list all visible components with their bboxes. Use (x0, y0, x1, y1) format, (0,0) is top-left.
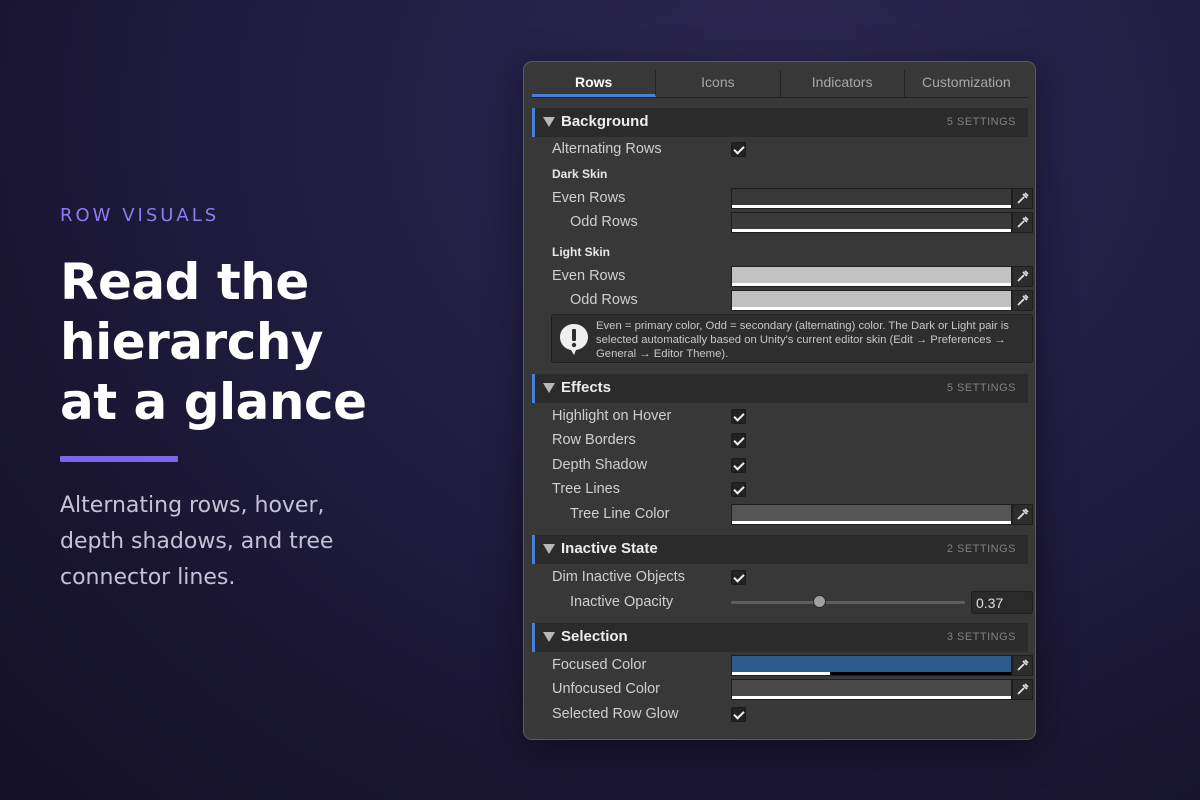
eyedropper-icon[interactable] (1012, 679, 1033, 700)
dark-odd-rows-label: Odd Rows (570, 214, 638, 230)
eyedropper-icon[interactable] (1012, 290, 1033, 311)
tab-indicators[interactable]: Indicators (781, 70, 905, 97)
row-borders-checkbox[interactable] (731, 433, 746, 448)
section-inactive-header[interactable]: Inactive State 2 SETTINGS (532, 535, 1028, 564)
tab-icons[interactable]: Icons (656, 70, 781, 97)
headline-line-3: at a glance (60, 373, 367, 431)
dark-even-rows-label: Even Rows (552, 190, 626, 206)
foldout-triangle-icon (543, 544, 555, 554)
subcopy: Alternating rows, hover, depth shadows, … (60, 488, 440, 596)
eyedropper-icon[interactable] (1012, 212, 1033, 233)
section-title: Background (561, 113, 649, 130)
focused-color-label: Focused Color (552, 657, 647, 673)
subcopy-line-1: Alternating rows, hover, (60, 493, 325, 518)
headline-line-2: hierarchy (60, 313, 324, 371)
depth-shadow-label: Depth Shadow (552, 457, 648, 473)
subcopy-line-2: depth shadows, and tree (60, 529, 334, 554)
section-title: Effects (561, 379, 612, 396)
tree-lines-label: Tree Lines (552, 481, 620, 497)
highlight-on-hover-checkbox[interactable] (731, 409, 746, 424)
foldout-triangle-icon (543, 632, 555, 642)
warning-icon (558, 322, 590, 361)
foldout-triangle-icon (543, 383, 555, 393)
headline: Read the hierarchy at a glance (60, 252, 440, 432)
highlight-on-hover-label: Highlight on Hover (552, 408, 672, 424)
tab-customization[interactable]: Customization (905, 70, 1028, 97)
inactive-opacity-label: Inactive Opacity (570, 594, 674, 610)
section-selection-header[interactable]: Selection 3 SETTINGS (532, 623, 1028, 652)
eyedropper-icon[interactable] (1012, 188, 1033, 209)
opacity-slider-thumb[interactable] (813, 595, 826, 608)
light-even-color-field[interactable] (731, 266, 1012, 287)
focused-color-field[interactable] (731, 655, 1012, 676)
alternating-rows-checkbox[interactable] (731, 142, 746, 157)
unfocused-color-field[interactable] (731, 679, 1012, 700)
tab-bar: Rows Icons Indicators Customization (532, 70, 1028, 98)
dim-inactive-label: Dim Inactive Objects (552, 569, 685, 585)
section-effects-header[interactable]: Effects 5 SETTINGS (532, 374, 1028, 403)
unfocused-color-label: Unfocused Color (552, 681, 660, 697)
settings-count: 3 SETTINGS (946, 631, 1016, 643)
section-title: Inactive State (561, 540, 658, 557)
inspector-panel: Rows Icons Indicators Customization Back… (523, 61, 1036, 740)
section-title: Selection (561, 628, 628, 645)
eyedropper-icon[interactable] (1012, 655, 1033, 676)
settings-count: 5 SETTINGS (946, 116, 1016, 128)
eyedropper-icon[interactable] (1012, 504, 1033, 525)
row-borders-label: Row Borders (552, 432, 636, 448)
headline-line-1: Read the (60, 253, 309, 311)
light-odd-rows-label: Odd Rows (570, 292, 638, 308)
opacity-value-field[interactable] (971, 591, 1033, 614)
light-even-rows-label: Even Rows (552, 268, 626, 284)
dark-skin-label: Dark Skin (552, 167, 608, 181)
depth-shadow-checkbox[interactable] (731, 458, 746, 473)
help-text: Even = primary color, Odd = secondary (a… (596, 320, 1009, 360)
light-odd-color-field[interactable] (731, 290, 1012, 311)
settings-count: 5 SETTINGS (946, 382, 1016, 394)
section-background-header[interactable]: Background 5 SETTINGS (532, 108, 1028, 137)
promo-copy: ROW VISUALS Read the hierarchy at a glan… (60, 205, 440, 596)
light-skin-label: Light Skin (552, 245, 610, 259)
alternating-rows-label: Alternating Rows (552, 141, 662, 157)
eyebrow-label: ROW VISUALS (60, 205, 220, 226)
eyedropper-icon[interactable] (1012, 266, 1033, 287)
selected-row-glow-label: Selected Row Glow (552, 706, 679, 722)
subcopy-line-3: connector lines. (60, 565, 236, 590)
dim-inactive-checkbox[interactable] (731, 570, 746, 585)
opacity-slider-track[interactable] (731, 601, 965, 604)
tree-line-color-label: Tree Line Color (570, 506, 670, 522)
selected-row-glow-checkbox[interactable] (731, 707, 746, 722)
tree-line-color-field[interactable] (731, 504, 1012, 525)
accent-divider (60, 456, 178, 462)
dark-odd-color-field[interactable] (731, 212, 1012, 233)
tree-lines-checkbox[interactable] (731, 482, 746, 497)
foldout-triangle-icon (543, 117, 555, 127)
settings-count: 2 SETTINGS (946, 543, 1016, 555)
dark-even-color-field[interactable] (731, 188, 1012, 209)
help-box: Even = primary color, Odd = secondary (a… (551, 314, 1033, 363)
tab-rows[interactable]: Rows (532, 70, 657, 97)
